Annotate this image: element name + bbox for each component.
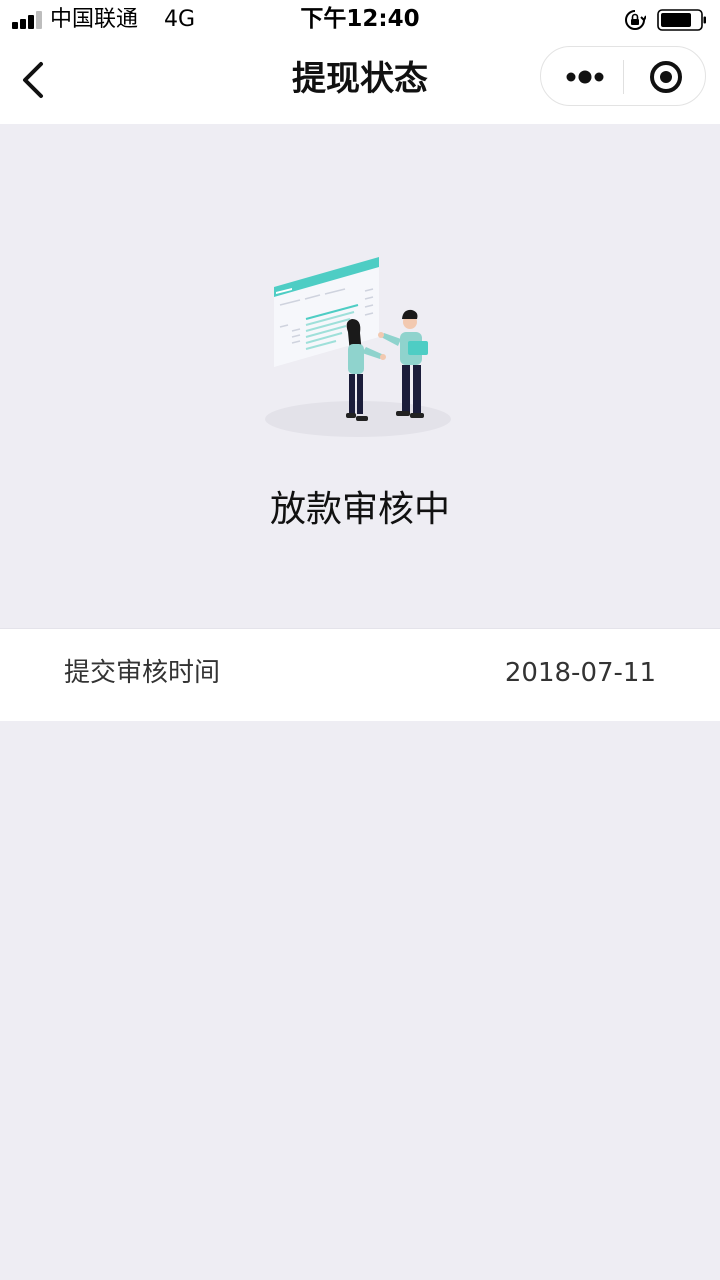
status-text: 放款审核中 bbox=[269, 489, 450, 530]
capsule-divider bbox=[623, 60, 624, 94]
mini-program-capsule bbox=[540, 46, 706, 106]
status-hero: 放款审核中 bbox=[0, 124, 720, 628]
more-dots-icon bbox=[566, 70, 604, 84]
battery-icon bbox=[657, 9, 706, 31]
info-row: 提交审核时间 2018-07-11 bbox=[0, 628, 720, 721]
clock: 下午12:40 bbox=[300, 6, 420, 32]
target-close-icon bbox=[650, 61, 682, 93]
rotation-lock-icon bbox=[625, 10, 646, 30]
review-illustration bbox=[265, 257, 451, 437]
nav-bar: 提现状态 bbox=[0, 40, 720, 124]
submit-time-label: 提交审核时间 bbox=[64, 658, 221, 688]
submit-time-value: 2018-07-11 bbox=[504, 658, 656, 688]
close-button[interactable] bbox=[641, 57, 691, 97]
more-button[interactable] bbox=[555, 57, 617, 97]
status-bar: 中国联通 4G 下午12:40 bbox=[0, 0, 720, 40]
